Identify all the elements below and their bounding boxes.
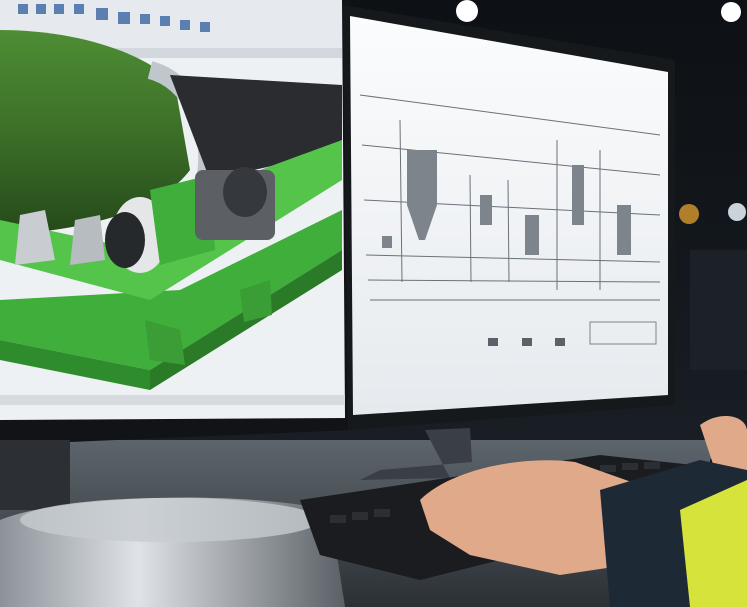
ceiling-light [721, 2, 741, 22]
right-monitor [343, 5, 675, 430]
left-monitor-stand [0, 440, 70, 510]
background-shelf [690, 250, 747, 370]
bokeh-light [679, 204, 699, 224]
ceiling-light [456, 0, 478, 22]
office-scene [0, 0, 747, 607]
ceiling-light [728, 203, 746, 221]
left-monitor [0, 0, 352, 445]
